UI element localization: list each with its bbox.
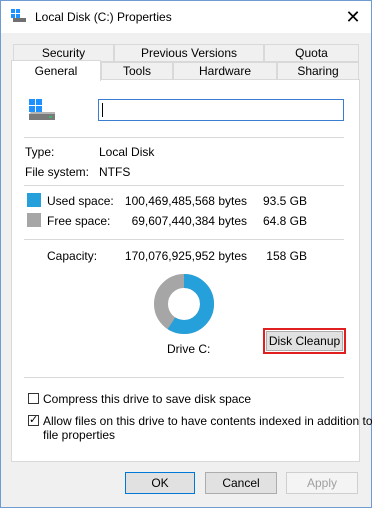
type-value: Local Disk — [99, 145, 155, 159]
index-checkbox[interactable]: ✓ — [28, 415, 39, 426]
apply-button[interactable]: Apply — [286, 472, 358, 494]
drive-icon — [27, 99, 57, 123]
compress-label[interactable]: Compress this drive to save disk space — [43, 392, 251, 406]
compress-checkbox[interactable] — [28, 393, 39, 404]
tab-quota[interactable]: Quota — [264, 44, 359, 62]
drive-label: Drive C: — [167, 342, 211, 356]
tab-previous-versions[interactable]: Previous Versions — [114, 44, 264, 62]
file-system-value: NTFS — [99, 165, 131, 179]
tab-hardware[interactable]: Hardware — [173, 62, 277, 80]
capacity-size: 158 GB — [266, 249, 307, 263]
cancel-button[interactable]: Cancel — [205, 472, 277, 494]
divider — [24, 185, 344, 186]
capacity-bytes: 170,076,925,952 bytes — [124, 249, 247, 263]
tab-sharing[interactable]: Sharing — [277, 62, 359, 80]
disk-cleanup-button[interactable]: Disk Cleanup — [266, 331, 343, 351]
close-icon[interactable]: ✕ — [341, 6, 365, 28]
divider — [24, 239, 344, 240]
free-space-size: 64.8 GB — [262, 214, 307, 228]
divider — [24, 137, 344, 138]
ok-button[interactable]: OK — [125, 472, 195, 494]
index-label-line2[interactable]: file properties — [43, 428, 115, 442]
tab-tools[interactable]: Tools — [101, 62, 173, 80]
used-space-bytes: 100,469,485,568 bytes — [124, 194, 247, 208]
drive-icon — [11, 9, 27, 23]
file-system-label: File system: — [25, 165, 90, 179]
free-space-swatch — [27, 213, 41, 227]
text-caret — [102, 103, 103, 117]
used-space-swatch — [27, 193, 41, 207]
capacity-label: Capacity: — [47, 249, 98, 263]
type-label: Type: — [25, 145, 55, 159]
free-space-bytes: 69,607,440,384 bytes — [131, 214, 247, 228]
index-label-line1[interactable]: Allow files on this drive to have conten… — [43, 414, 372, 428]
free-space-label: Free space: — [47, 214, 111, 228]
window-title: Local Disk (C:) Properties — [35, 10, 172, 24]
used-space-label: Used space: — [47, 194, 114, 208]
divider — [24, 377, 344, 378]
tab-general[interactable]: General — [11, 60, 101, 81]
disk-usage-donut — [154, 274, 214, 334]
drive-name-input[interactable] — [98, 99, 344, 121]
used-space-size: 93.5 GB — [262, 194, 307, 208]
